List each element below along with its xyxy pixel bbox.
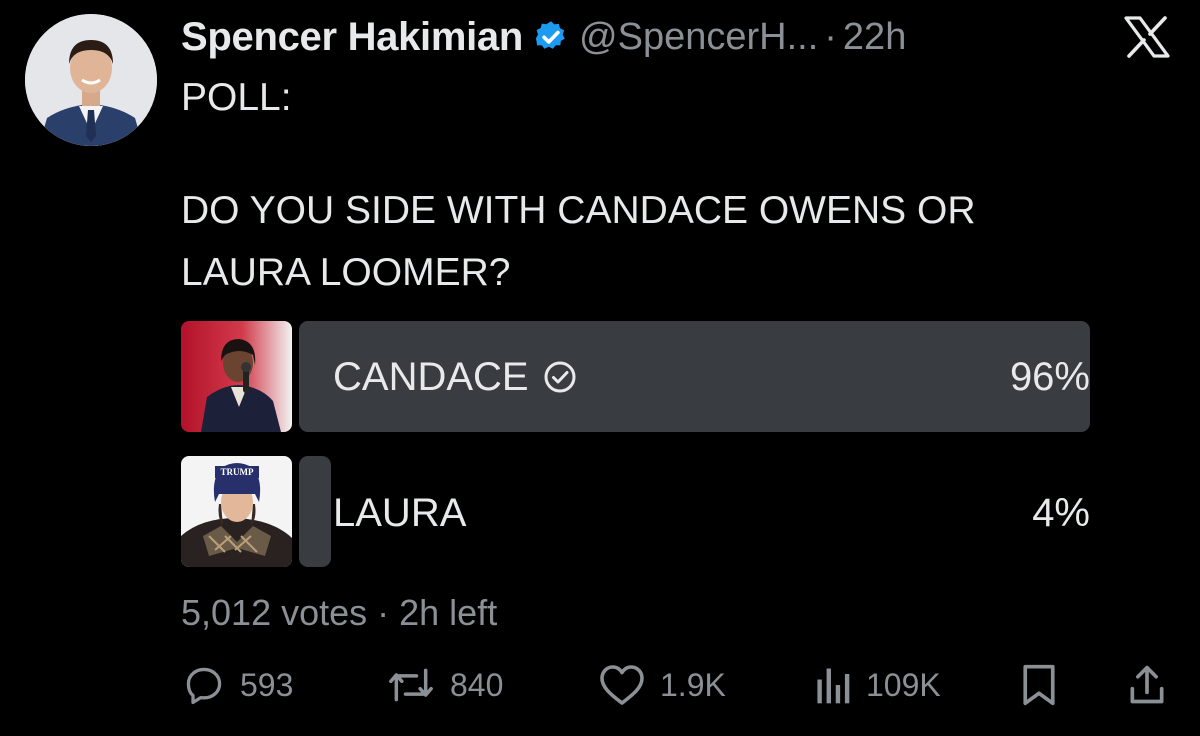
- post-text-line: POLL:: [181, 76, 292, 119]
- repost-count: 840: [450, 666, 504, 703]
- like-count: 1.9K: [660, 666, 726, 703]
- post-text-line: LAURA LOOMER?: [181, 251, 511, 294]
- bookmark-button[interactable]: [1020, 660, 1058, 710]
- laura-photo-icon: TRUMP: [181, 456, 292, 567]
- x-logo-icon: [1124, 16, 1170, 58]
- poll-option-text: CANDACE: [333, 354, 529, 399]
- repost-button[interactable]: 840: [386, 660, 503, 710]
- post-text-line: DO YOU SIDE WITH CANDACE OWENS OR: [181, 189, 976, 232]
- poll-option-label-candace[interactable]: CANDACE: [333, 351, 577, 403]
- views-icon: [817, 668, 850, 704]
- header-separator: ·: [824, 15, 837, 58]
- poll-option-text: LAURA: [333, 490, 467, 535]
- post-timestamp[interactable]: 22h: [843, 16, 906, 59]
- views-button[interactable]: 109K: [814, 660, 941, 710]
- like-button[interactable]: 1.9K: [598, 660, 726, 710]
- poll-option-bar-laura[interactable]: [299, 456, 331, 567]
- views-count: 109K: [866, 666, 941, 703]
- svg-text:TRUMP: TRUMP: [221, 467, 254, 477]
- heart-icon: [600, 665, 644, 705]
- reply-icon: [186, 667, 222, 705]
- share-button[interactable]: [1126, 660, 1168, 710]
- author-name[interactable]: Spencer Hakimian: [181, 15, 523, 60]
- bookmark-icon: [1023, 664, 1055, 706]
- reply-button[interactable]: 593: [182, 660, 293, 710]
- author-avatar[interactable]: [25, 14, 157, 146]
- person-avatar-icon: [25, 14, 157, 146]
- poll-option-thumbnail: TRUMP: [181, 456, 292, 567]
- share-icon: [1130, 665, 1164, 704]
- poll-meta: 5,012 votes · 2h left: [181, 592, 498, 633]
- poll-option-percent-laura: 4%: [1032, 491, 1090, 535]
- verified-badge-icon[interactable]: [533, 19, 569, 55]
- post-header: Spencer Hakimian @SpencerH... · 22h: [181, 12, 906, 62]
- reply-count: 593: [240, 666, 294, 703]
- poll-option-thumbnail: [181, 321, 292, 432]
- repost-icon: [389, 668, 433, 702]
- candace-photo-icon: [181, 321, 292, 432]
- author-handle[interactable]: @SpencerH...: [579, 16, 818, 59]
- poll-option-percent-candace: 96%: [1009, 355, 1090, 399]
- poll-option-label-laura[interactable]: LAURA: [333, 487, 466, 539]
- check-circle-icon: [544, 361, 576, 393]
